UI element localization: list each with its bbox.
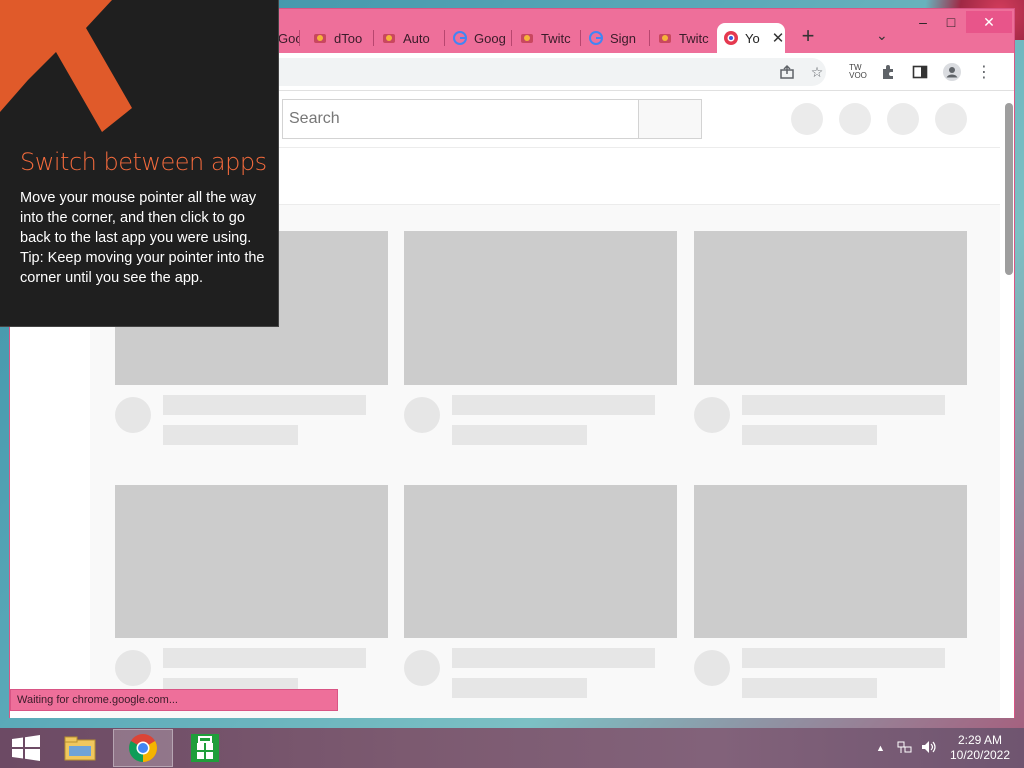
title-placeholder: [163, 395, 366, 415]
status-bubble: Waiting for chrome.google.com...: [10, 689, 338, 711]
header-placeholder-circle: [887, 103, 919, 135]
channel-avatar-placeholder: [115, 650, 151, 686]
page-scrollbar[interactable]: [1005, 103, 1013, 275]
taskbar-chrome[interactable]: [113, 729, 173, 767]
taskbar-store[interactable]: [175, 729, 235, 767]
tab-6[interactable]: Sign: [582, 23, 650, 53]
tab-label: Goog: [474, 30, 506, 46]
maximize-button[interactable]: □: [934, 11, 968, 33]
file-explorer-icon: [64, 736, 96, 761]
profile-avatar-icon[interactable]: [942, 62, 962, 82]
bookmark-star-icon[interactable]: ☆: [807, 62, 827, 82]
video-thumbnail-placeholder: [404, 231, 677, 385]
tab-7[interactable]: Twitc: [651, 23, 717, 53]
volume-icon[interactable]: [921, 740, 937, 757]
tab-close-icon[interactable]: ✕: [772, 29, 785, 47]
tab-search-button[interactable]: ⌄: [876, 27, 888, 44]
title-placeholder: [742, 395, 945, 415]
search-button[interactable]: [638, 99, 702, 139]
search-input[interactable]: Search: [282, 99, 638, 139]
video-thumbnail-placeholder: [115, 485, 388, 638]
tip-hint: Tip: Keep moving your pointer into the c…: [20, 250, 265, 286]
channel-avatar-placeholder: [404, 397, 440, 433]
corner-arrow-icon: [0, 0, 132, 132]
side-panel-icon[interactable]: [910, 62, 930, 82]
channel-avatar-placeholder: [694, 650, 730, 686]
show-hidden-icons-icon[interactable]: ▲: [876, 743, 885, 753]
extension-badge-icon[interactable]: TW VOO: [846, 62, 870, 82]
meta-placeholder: [452, 425, 587, 445]
close-window-button[interactable]: ✕: [966, 11, 1012, 33]
generic-favicon-icon: [519, 30, 535, 46]
generic-favicon-icon: [381, 30, 397, 46]
channel-avatar-placeholder: [694, 397, 730, 433]
title-placeholder: [742, 648, 945, 668]
tip-body: Move your mouse pointer all the way into…: [20, 188, 270, 288]
new-tab-button[interactable]: +: [796, 25, 820, 49]
tab-label: Sign: [610, 30, 637, 46]
channel-avatar-placeholder: [404, 650, 440, 686]
active-favicon-icon: [723, 30, 739, 46]
hot-corner-tip: Switch between apps Move your mouse poin…: [0, 0, 279, 327]
meta-placeholder: [163, 425, 298, 445]
share-icon[interactable]: [777, 62, 797, 82]
video-thumbnail-placeholder: [694, 485, 967, 638]
clock-time: 2:29 AM: [957, 733, 1003, 747]
tab-label: Yo: [745, 30, 760, 46]
header-placeholder-circle: [791, 103, 823, 135]
header-placeholder-circle: [935, 103, 967, 135]
tab-label: Twitc: [679, 30, 709, 46]
network-icon[interactable]: [897, 740, 913, 757]
channel-avatar-placeholder: [115, 397, 151, 433]
meta-placeholder: [452, 678, 587, 698]
tab-5[interactable]: Twitc: [513, 23, 581, 53]
tab-4[interactable]: Goog: [446, 23, 512, 53]
tab-2[interactable]: dToo: [306, 23, 374, 53]
google-favicon-icon: [588, 30, 604, 46]
header-placeholder-circle: [839, 103, 871, 135]
generic-favicon-icon: [312, 30, 328, 46]
generic-favicon-icon: [657, 30, 673, 46]
address-bar[interactable]: ☆: [250, 58, 826, 86]
extensions-puzzle-icon[interactable]: [878, 62, 898, 82]
tab-label: Auto: [403, 30, 430, 46]
system-clock[interactable]: 2:29 AM 10/20/2022: [944, 733, 1016, 763]
title-placeholder: [452, 395, 655, 415]
taskbar: ▲ 2:29 AM 10/20/2022: [0, 728, 1024, 768]
tab-label: Goo: [278, 30, 300, 46]
chrome-icon: [129, 734, 157, 762]
title-placeholder: [163, 648, 366, 668]
video-thumbnail-placeholder: [694, 231, 967, 385]
tip-instruction: Move your mouse pointer all the way into…: [20, 190, 257, 246]
windows-logo-icon: [12, 735, 40, 761]
start-button[interactable]: [6, 732, 46, 764]
video-thumbnail-placeholder: [404, 485, 677, 638]
meta-placeholder: [742, 425, 877, 445]
google-favicon-icon: [452, 30, 468, 46]
clock-date: 10/20/2022: [949, 748, 1011, 762]
tab-label: dToo: [334, 30, 363, 46]
menu-kebab-icon[interactable]: ⋮: [974, 62, 994, 82]
title-placeholder: [452, 648, 655, 668]
meta-placeholder: [742, 678, 877, 698]
tip-title: Switch between apps: [20, 148, 267, 176]
tab-3[interactable]: Auto: [375, 23, 445, 53]
tab-label: Twitc: [541, 30, 571, 46]
taskbar-file-explorer[interactable]: [50, 729, 110, 767]
store-icon: [191, 734, 219, 762]
tab-active[interactable]: Yo ✕: [717, 23, 785, 53]
